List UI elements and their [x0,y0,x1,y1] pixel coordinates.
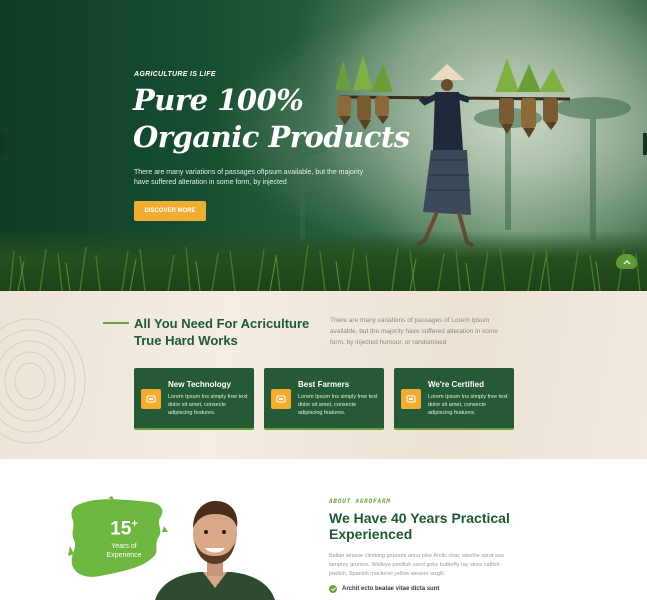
about-eyebrow: ABOUT AGROFARM [329,498,391,505]
feature-card-text: Lorem Ipsum Ins simply free text dolor s… [168,394,248,416]
hero-banner: AGRICULTURE IS LIFE Pure 100% Organic Pr… [0,0,647,291]
feature-card-title: Best Farmers [298,380,350,389]
feature-card-title: New Technology [168,380,231,389]
years-label: Years of Experience [94,542,154,560]
slider-prev-arrow[interactable] [0,133,4,155]
about-description: Ballan wrasse climbing gourami amur pike… [329,553,504,577]
years-label-line2: Experience [106,552,142,559]
years-count: 15+ [104,518,144,540]
hero-title: Pure 100% Organic Products [133,82,410,156]
feature-card-certified[interactable]: We're Certified Lorem Ipsum Ins simply f… [394,368,514,430]
years-plus-sign: + [131,518,138,530]
slider-next-arrow[interactable] [643,133,647,155]
hero-title-line1: Pure 100% [133,83,304,117]
feature-card-title: We're Certified [428,380,484,389]
wood-rings-decoration [0,318,86,444]
scroll-to-top-button[interactable] [616,254,637,269]
about-title: We Have 40 Years Practical Experienced [329,510,510,542]
check-circle-icon [329,585,337,593]
section-title-accent-line [103,322,129,324]
feature-card-technology[interactable]: New Technology Lorem Ipsum Ins simply fr… [134,368,254,430]
hero-eyebrow: AGRICULTURE IS LIFE [134,71,216,78]
features-description: There are many variations of passages of… [330,317,498,346]
check-item-text: Archit ecto beatae vitae dicta sunt [342,586,440,592]
hero-title-line2: Organic Products [133,120,410,154]
feature-card-text: Lorem Ipsum Ins simply free text dolor s… [298,394,378,416]
hero-description: There are many variations of passages of… [134,169,364,186]
certified-icon [401,389,421,409]
check-list-item: Archit ecto beatae vitae dicta sunt [329,585,439,593]
discover-more-button[interactable]: DISCOVER MORE [134,201,206,221]
features-title: All You Need For Acriculture True Hard W… [134,315,309,349]
tech-icon [141,389,161,409]
feature-card-text: Lorem Ipsum Ins simply free text dolor s… [428,394,508,416]
feature-card-farmers[interactable]: Best Farmers Lorem Ipsum Ins simply free… [264,368,384,430]
grass-blades [9,244,641,291]
features-section: All You Need For Acriculture True Hard W… [0,291,647,459]
about-section: 15+ Years of Experience ABOUT AGROFARM W… [0,459,647,600]
farmer-portrait-photo [155,500,275,600]
years-label-line1: Years of [111,543,137,550]
features-title-line2: True Hard Works [134,333,238,348]
arrow-up-icon [623,259,630,264]
years-number: 15 [110,518,132,540]
features-title-line1: All You Need For Acriculture [134,316,310,331]
farmer-icon [271,389,291,409]
